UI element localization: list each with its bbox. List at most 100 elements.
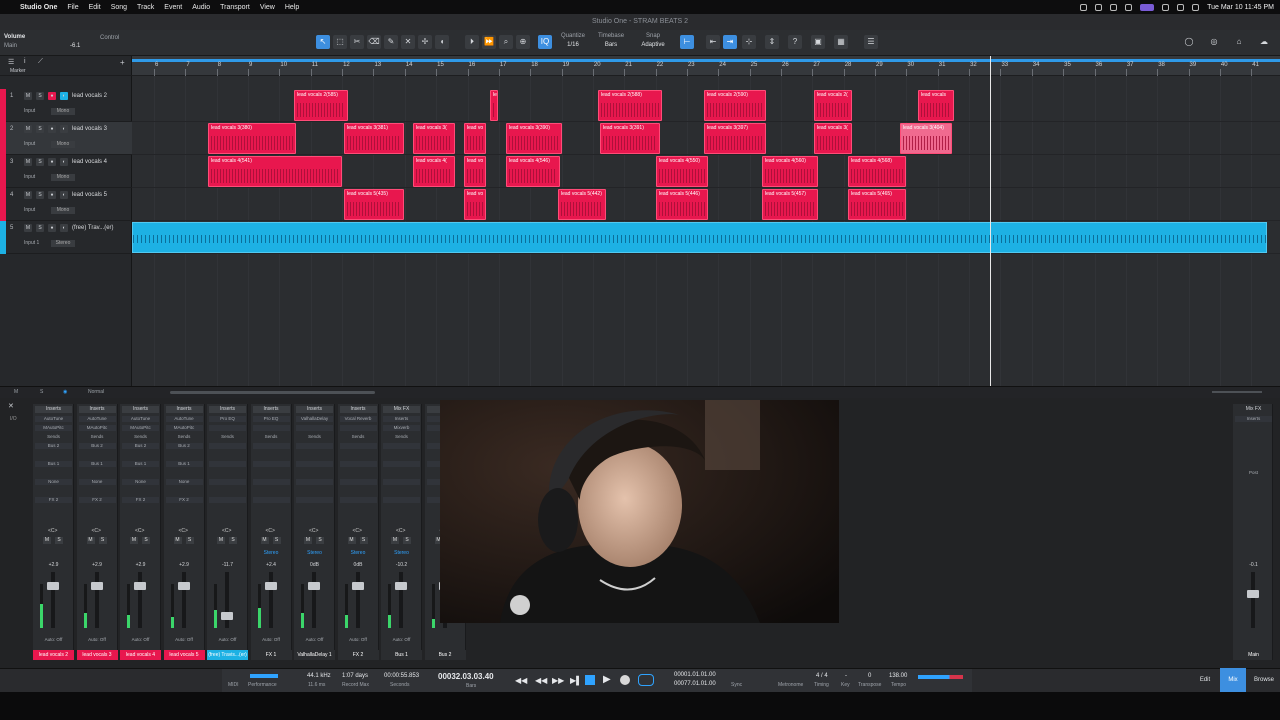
send-slot[interactable]: FX 2 (35, 497, 72, 503)
loop-start[interactable]: 00001.01.01.00 (674, 672, 716, 678)
audio-clip[interactable]: lead vocals 4(541) (208, 156, 342, 187)
channel-name[interactable]: lead vocals 5 (163, 650, 205, 660)
automation-mode[interactable]: Auto: Off (296, 637, 333, 643)
home-icon[interactable]: ⌂ (1232, 35, 1246, 49)
mute-button[interactable]: M (43, 537, 51, 544)
track-input[interactable]: Input 1 (24, 240, 39, 246)
solo-button[interactable]: S (36, 158, 44, 166)
key-value[interactable]: - (845, 673, 847, 679)
track-channel-mode[interactable]: Mono (51, 174, 75, 181)
automation-mode[interactable]: Auto: Off (253, 637, 290, 643)
channel-volume[interactable]: 0dB (338, 562, 379, 568)
channel-volume[interactable]: 0dB (294, 562, 335, 568)
horizontal-scrollbar[interactable] (170, 391, 375, 394)
send-slot[interactable] (296, 497, 333, 503)
channel-name[interactable]: FX 1 (250, 650, 292, 660)
menu-file[interactable]: File (67, 4, 78, 11)
mute-button[interactable]: M (217, 537, 225, 544)
pan-knob[interactable]: <C> (48, 528, 58, 534)
scroll-tool-icon[interactable]: ⊕ (516, 35, 530, 49)
pan-knob[interactable]: <C> (135, 528, 145, 534)
audio-clip[interactable]: lead vocals 3(390) (506, 123, 562, 154)
bars-display[interactable]: 00032.03.03.40 (438, 672, 494, 681)
fader-cap[interactable] (221, 612, 233, 620)
pan-knob[interactable]: <C> (396, 528, 406, 534)
channel-output[interactable] (211, 550, 244, 556)
bend-tool-icon[interactable]: ✢ (418, 35, 432, 49)
footer-m-icon[interactable]: M (14, 389, 18, 395)
channel-name[interactable]: (free) Travis...(er) (207, 650, 248, 660)
audio-clip[interactable]: lead vocals 2(588) (598, 90, 662, 121)
track-input[interactable]: Input (24, 207, 35, 213)
channel-volume[interactable]: +2.9 (33, 562, 74, 568)
channel-volume[interactable]: -11.7 (207, 562, 248, 568)
audio-clip[interactable]: lead vo (464, 189, 486, 220)
solo-button[interactable]: S (142, 537, 150, 544)
automation-mode[interactable]: Auto: Off (383, 637, 420, 643)
audio-clip[interactable]: lead vocals 4(546) (506, 156, 560, 187)
menu-help[interactable]: Help (285, 4, 299, 11)
send-slot[interactable]: Bus 2 (122, 443, 159, 449)
main-mixfx[interactable]: Mix FX (1235, 406, 1272, 413)
loop-range[interactable] (132, 59, 1280, 62)
channel-output[interactable]: Stereo (298, 550, 331, 556)
channel-output[interactable] (37, 550, 70, 556)
solo-button[interactable]: S (185, 537, 194, 544)
send-slot[interactable] (296, 479, 333, 485)
fader-track[interactable] (90, 572, 103, 628)
sync-icon[interactable]: ◎ (1207, 35, 1221, 49)
sends-header[interactable]: Sends (383, 434, 420, 440)
solo-button[interactable]: S (316, 537, 324, 544)
send-slot[interactable] (296, 461, 333, 467)
menu-track[interactable]: Track (137, 4, 154, 11)
grid-view-icon[interactable]: ▦ (834, 35, 848, 49)
send-slot[interactable]: Bus 1 (35, 461, 72, 467)
cloud-icon[interactable]: ☁ (1257, 35, 1271, 49)
automation-icon[interactable]: ⟋ (38, 58, 43, 66)
insert-slot[interactable]: ValhallaDelay (296, 416, 333, 422)
automation-mode[interactable]: Auto: Off (340, 637, 377, 643)
insert-slot[interactable]: Vocal Reverb (339, 416, 377, 422)
status-icon[interactable] (1080, 3, 1088, 11)
arrange-view[interactable]: 6 7 8 9 10 11 12 13 14 15 16 17 18 19 20 21 22 23 24 25 26 27… (132, 56, 1280, 386)
track-input[interactable]: Input (24, 108, 35, 114)
mute-button[interactable]: M (347, 537, 356, 544)
send-slot[interactable]: FX 2 (78, 497, 116, 503)
channel-name[interactable]: Bus 2 (424, 650, 466, 660)
main-fader-track[interactable] (1247, 572, 1259, 628)
inserts-header[interactable]: Inserts (165, 406, 203, 413)
audio-clip[interactable]: lead vocals 3(391) (600, 123, 660, 154)
fader-cap[interactable] (47, 582, 59, 590)
footer-link-icon[interactable]: ◉ (63, 389, 67, 395)
send-slot[interactable] (252, 479, 290, 485)
channel-output[interactable] (168, 550, 201, 556)
rewind-icon[interactable]: ◀◀ (535, 676, 547, 685)
track-header[interactable]: 1 M S ● ◐ lead vocals 2 Input Mono (6, 89, 132, 122)
zoom-tool-icon[interactable]: ⌕ (499, 35, 513, 49)
menu-song[interactable]: Song (111, 4, 127, 11)
send-slot[interactable] (339, 461, 377, 467)
timebase-value[interactable]: Bars (596, 42, 626, 48)
split-tool-icon[interactable]: ✂ (350, 35, 364, 49)
send-slot[interactable] (209, 461, 246, 467)
inserts-header[interactable]: Inserts (252, 406, 290, 413)
send-slot[interactable]: None (35, 479, 72, 485)
send-slot[interactable]: Bus 2 (165, 443, 203, 449)
channel-name[interactable]: Bus 1 (381, 650, 422, 660)
fader-cap[interactable] (308, 582, 320, 590)
track-channel-mode[interactable]: Stereo (51, 240, 75, 247)
audio-clip[interactable]: lead vocals 3(380) (208, 123, 296, 154)
fader-cap[interactable] (90, 582, 103, 590)
add-track-icon[interactable]: + (120, 58, 125, 67)
tempo-value[interactable]: 138.00 (889, 673, 907, 679)
solo-button[interactable]: S (36, 224, 44, 232)
channel-name[interactable]: lead vocals 2 (33, 650, 74, 660)
insert-slot[interactable]: MAutoPitc (165, 425, 203, 431)
insert-slot[interactable]: Pro EQ (209, 416, 246, 422)
send-slot[interactable]: Bus 1 (78, 461, 116, 467)
sends-header[interactable]: Sends (166, 434, 203, 440)
monitor-button[interactable]: ◐ (60, 158, 68, 166)
clock[interactable]: Tue Mar 10 11:45 PM (1207, 4, 1274, 11)
quantize-value[interactable]: 1/16 (558, 42, 588, 48)
send-slot[interactable]: None (122, 479, 159, 485)
